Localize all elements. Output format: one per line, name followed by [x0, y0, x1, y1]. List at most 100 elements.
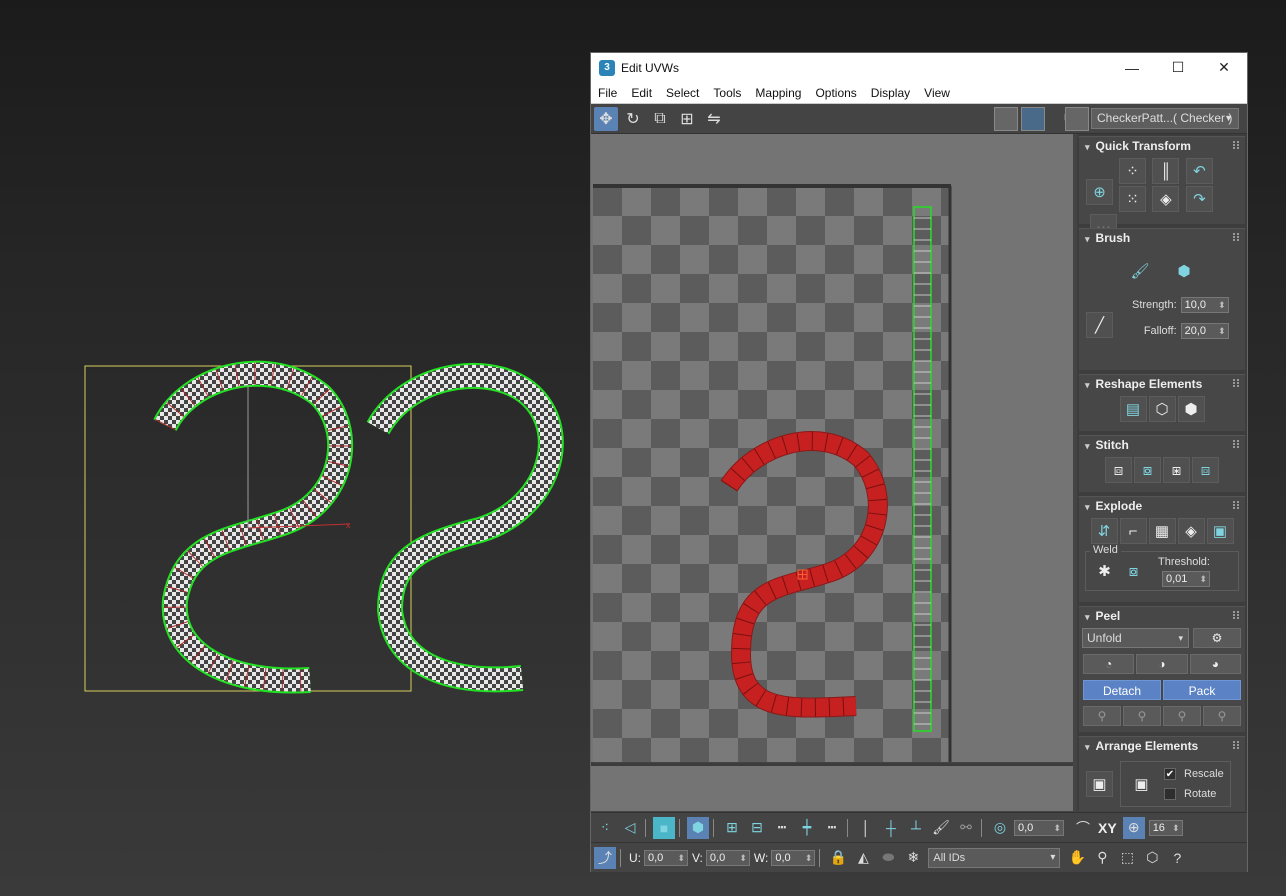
xy-axis-label[interactable]: XY	[1098, 820, 1117, 836]
stitch-to-target-icon[interactable]: ⧈	[1192, 457, 1219, 483]
menu-display[interactable]: Display	[864, 86, 917, 100]
help-icon[interactable]: ?	[1166, 847, 1188, 869]
loop-icon[interactable]: ┅	[821, 817, 843, 839]
pin-all-icon[interactable]: ⚲	[1123, 706, 1161, 726]
grid-snap-icon[interactable]: ⊕	[1122, 816, 1145, 839]
threshold-spinner[interactable]: 0,01	[1162, 570, 1210, 587]
ring-shrink-icon[interactable]: ┅	[771, 817, 793, 839]
explode-title[interactable]: Explode	[1079, 497, 1245, 515]
maximize-button[interactable]: ☐	[1155, 53, 1201, 82]
arrange-elements-title[interactable]: Arrange Elements	[1079, 737, 1245, 755]
break-icon[interactable]: ⇵	[1090, 518, 1118, 544]
peel-mode-select[interactable]: Unfold	[1082, 628, 1189, 648]
weld-selected-icon[interactable]: ✱	[1091, 558, 1118, 584]
zoom-icon[interactable]: ⚲	[1091, 847, 1113, 869]
close-button[interactable]: ✕	[1201, 53, 1247, 82]
flatten-by-polygon-angle-icon[interactable]: ◈	[1177, 518, 1205, 544]
zoom-extents-icon[interactable]: ⬡	[1141, 847, 1163, 869]
rotate-cw-icon[interactable]: ↷	[1185, 186, 1213, 212]
pack-button[interactable]: Pack	[1163, 680, 1241, 700]
relax-brush-icon[interactable]: ⬢	[1170, 258, 1198, 284]
detach-button[interactable]: Detach	[1083, 680, 1161, 700]
point-to-point-icon[interactable]: ⚯	[955, 817, 977, 839]
reset-peel-icon[interactable]: ◕	[1189, 654, 1241, 674]
stitch-to-source-icon[interactable]: ⧇	[1134, 457, 1161, 483]
scale-tool-icon[interactable]: ⧉	[648, 107, 672, 131]
checker-display-icon[interactable]	[1021, 107, 1045, 131]
reshape-elements-title[interactable]: Reshape Elements	[1079, 375, 1245, 393]
show-icon[interactable]: ⬬	[877, 847, 899, 869]
align-vertical-icon[interactable]: ║	[1152, 158, 1180, 184]
quick-peel-icon[interactable]: ◔	[1083, 654, 1135, 674]
align-horizontal-icon[interactable]: ⁘	[1119, 158, 1146, 184]
peel-settings-icon[interactable]: ⚙	[1193, 628, 1241, 648]
uv-editor-viewport[interactable]	[591, 134, 1073, 762]
flatten-icon[interactable]: ▣	[1206, 518, 1234, 544]
rotate-tool-icon[interactable]: ↻	[621, 107, 645, 131]
material-id-select[interactable]: All IDs	[928, 847, 1061, 868]
stitch-custom-icon[interactable]: ⧈	[1105, 457, 1132, 483]
menu-select[interactable]: Select	[659, 86, 706, 100]
rescale-checkbox[interactable]: ✔	[1164, 768, 1176, 780]
vertex-mode-icon[interactable]: ⁖	[594, 817, 616, 839]
polygon-mode-icon[interactable]: ■	[653, 816, 675, 839]
pan-icon[interactable]: ✋	[1066, 847, 1088, 869]
lock-icon[interactable]: 🔒	[827, 847, 849, 869]
peel-title[interactable]: Peel	[1079, 607, 1245, 625]
falloff-curve-icon[interactable]: ╱	[1086, 311, 1113, 338]
menu-view[interactable]: View	[917, 86, 957, 100]
freeform-tool-icon[interactable]: ⊞	[675, 107, 699, 131]
relax-icon[interactable]: ⬡	[1148, 396, 1176, 422]
align-center-icon[interactable]: ⁙	[1119, 186, 1146, 212]
paint-select-icon[interactable]: 🖌	[930, 817, 952, 839]
menu-mapping[interactable]: Mapping	[748, 86, 808, 100]
menu-edit[interactable]: Edit	[624, 86, 659, 100]
title-bar[interactable]: 3 Edit UVWs — ☐ ✕	[591, 53, 1247, 82]
loop-grow-icon[interactable]: ┼	[880, 817, 902, 839]
straighten-icon[interactable]: ▤	[1119, 396, 1147, 422]
soft-selection-icon[interactable]: ◎	[989, 817, 1011, 839]
loop-shrink-icon[interactable]: │	[855, 817, 877, 839]
menu-file[interactable]: File	[591, 86, 624, 100]
mirror-tool-icon[interactable]: ⇋	[702, 107, 726, 131]
grow-selection-icon[interactable]: ⊞	[721, 817, 743, 839]
edge-mode-icon[interactable]: ◁	[619, 817, 641, 839]
w-spinner[interactable]: 0,0	[771, 849, 816, 866]
relax-settings-icon[interactable]: ⬢	[1177, 396, 1205, 422]
paint-move-brush-icon[interactable]: 🖌	[1126, 258, 1154, 284]
zoom-region-icon[interactable]: ⬚	[1116, 847, 1138, 869]
unpin-all-icon[interactable]: ⚲	[1203, 706, 1241, 726]
element-mode-icon[interactable]: ⬢	[687, 816, 709, 839]
space-evenly-icon[interactable]: ◈	[1152, 186, 1180, 212]
pivot-align-icon[interactable]: ⊕	[1086, 178, 1113, 205]
weld-target-icon[interactable]: ⧇	[1120, 558, 1147, 584]
texture-options-icon[interactable]	[1065, 107, 1089, 131]
shrink-selection-icon[interactable]: ⊟	[746, 817, 768, 839]
split-by-material-icon[interactable]: ▦	[1148, 518, 1176, 544]
ring-grow-icon[interactable]: ┿	[796, 817, 818, 839]
loop-uv-icon[interactable]: ┴	[905, 817, 927, 839]
falloff-type-icon[interactable]: ⌒	[1072, 817, 1094, 839]
pack-custom-icon[interactable]: ▣	[1086, 771, 1113, 797]
soft-selection-spinner[interactable]: 0,0	[1014, 819, 1064, 836]
falloff-spinner[interactable]: 20,0	[1180, 323, 1229, 339]
show-map-icon[interactable]	[994, 107, 1018, 131]
absolute-offset-icon[interactable]: ⤴	[594, 846, 616, 869]
freeze-icon[interactable]: ❄	[902, 847, 924, 869]
quick-transform-title[interactable]: Quick Transform	[1079, 137, 1245, 155]
brush-title[interactable]: Brush	[1079, 229, 1245, 247]
rotate-ccw-icon[interactable]: ↶	[1185, 158, 1213, 184]
menu-tools[interactable]: Tools	[706, 86, 748, 100]
u-spinner[interactable]: 0,0	[644, 849, 688, 866]
rotate-checkbox[interactable]	[1164, 788, 1176, 800]
stitch-average-icon[interactable]: ⧆	[1163, 457, 1190, 483]
minimize-button[interactable]: —	[1109, 53, 1155, 82]
move-tool-icon[interactable]: ✥	[594, 106, 618, 131]
pack-normalize-icon[interactable]: ▣	[1128, 771, 1155, 797]
unpin-icon[interactable]: ⚲	[1163, 706, 1201, 726]
hide-icon[interactable]: ◭	[852, 847, 874, 869]
peel-mode-icon[interactable]: ◑	[1136, 654, 1188, 674]
checker-map-select[interactable]: CheckerPatt...( Checker ) ▼	[1091, 108, 1239, 129]
grid-size-spinner[interactable]: 16	[1148, 819, 1183, 836]
split-by-smoothing-icon[interactable]: ⌐	[1119, 518, 1147, 544]
